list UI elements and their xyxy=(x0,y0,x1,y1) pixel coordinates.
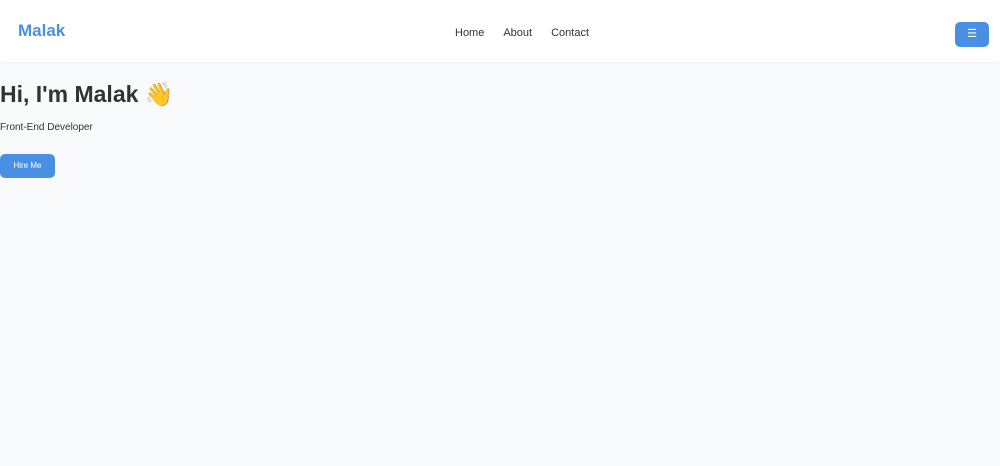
menu-button[interactable]: ☰ xyxy=(955,22,989,47)
nav-link-home[interactable]: Home xyxy=(455,27,484,39)
nav-link-about[interactable]: About xyxy=(503,27,532,39)
hero-title: Hi, I'm Malak 👋 xyxy=(0,81,174,107)
nav-item-about: About xyxy=(503,23,532,41)
hero-section: Hi, I'm Malak 👋 Front-End Developer Hire… xyxy=(0,62,1000,466)
hamburger-icon: ☰ xyxy=(967,28,977,40)
logo[interactable]: Malak xyxy=(18,20,65,42)
nav-links: Home About Contact xyxy=(455,23,589,41)
nav-item-home: Home xyxy=(455,23,484,41)
hire-me-button[interactable]: Hire Me xyxy=(0,154,55,178)
nav-link-contact[interactable]: Contact xyxy=(551,27,589,39)
nav-item-contact: Contact xyxy=(551,23,589,41)
navbar: Malak Home About Contact ☰ xyxy=(0,0,1000,62)
hero-subtitle: Front-End Developer xyxy=(0,122,93,133)
